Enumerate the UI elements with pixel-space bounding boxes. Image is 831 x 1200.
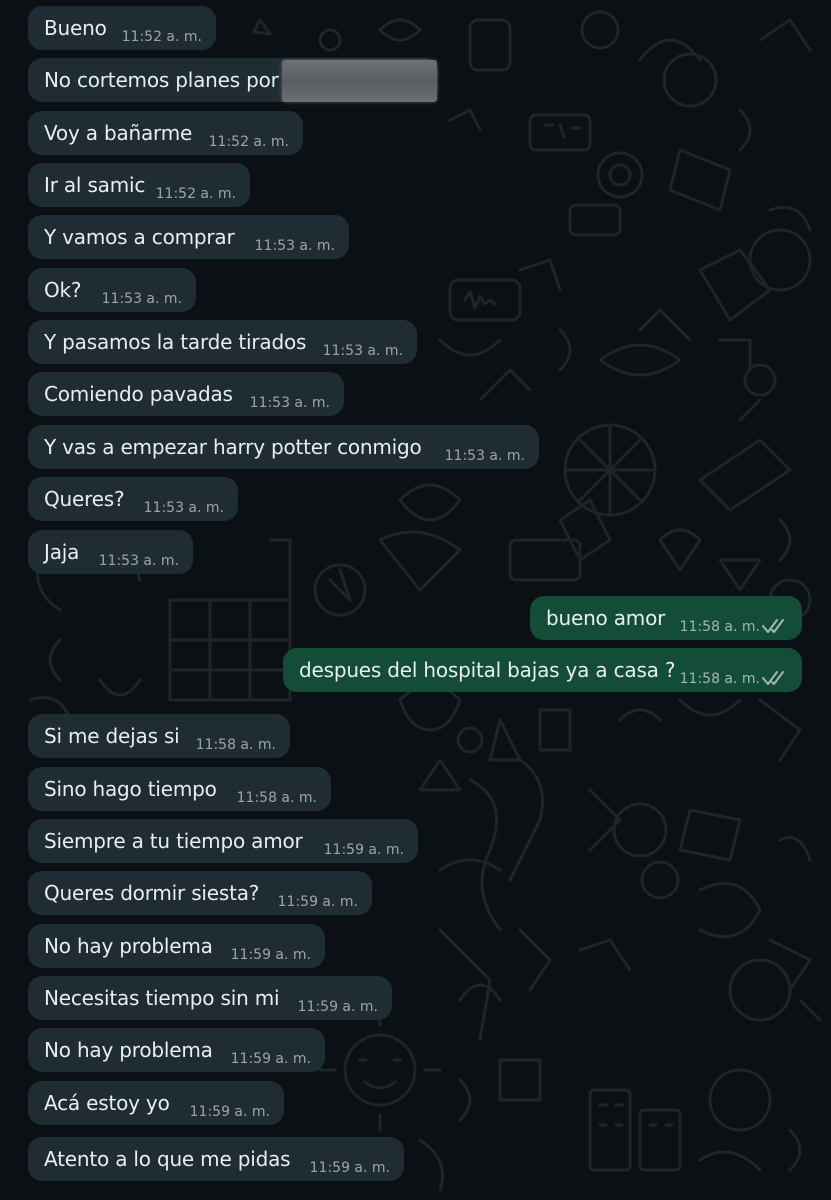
message-text: Sino hago tiempo: [44, 777, 217, 801]
message-bubble-incoming[interactable]: Y vamos a comprar 11:53 a. m.: [28, 215, 349, 259]
message-time: 11:52 a. m.: [155, 186, 236, 202]
message-text: despues del hospital bajas ya a casa ?: [299, 658, 676, 682]
message-bubble-incoming[interactable]: Ok? 11:53 a. m.: [28, 268, 196, 312]
message-text: Comiendo pavadas: [44, 382, 233, 406]
message-bubble-incoming[interactable]: No hay problema 11:59 a. m.: [28, 1028, 325, 1072]
message-list[interactable]: Bueno 11:52 a. m. No cortemos planes por…: [0, 0, 831, 1200]
message-bubble-incoming[interactable]: Voy a bañarme 11:52 a. m.: [28, 111, 303, 155]
message-time: 11:53 a. m.: [444, 448, 525, 464]
message-text: Ir al samic: [44, 173, 146, 197]
message-text: Y vamos a comprar: [44, 225, 235, 249]
message-bubble-incoming[interactable]: Siempre a tu tiempo amor 11:59 a. m.: [28, 819, 418, 863]
message-bubble-incoming[interactable]: Queres dormir siesta? 11:59 a. m.: [28, 871, 372, 915]
message-text: No cortemos planes por: [44, 68, 279, 92]
message-text: Queres dormir siesta?: [44, 881, 260, 905]
message-bubble-outgoing[interactable]: despues del hospital bajas ya a casa ? 1…: [283, 648, 802, 692]
message-time: 11:59 a. m.: [277, 894, 358, 910]
message-text: Siempre a tu tiempo amor: [44, 829, 303, 853]
message-time: 11:58 a. m.: [236, 790, 317, 806]
message-bubble-incoming[interactable]: No hay problema 11:59 a. m.: [28, 924, 325, 968]
message-time: 11:59 a. m.: [230, 1051, 311, 1067]
message-text: Y pasamos la tarde tirados: [44, 330, 307, 354]
message-text: Necesitas tiempo sin mi: [44, 986, 280, 1010]
message-text: Bueno: [44, 16, 107, 40]
message-time: 11:52 a. m.: [208, 134, 289, 150]
message-time: 11:53 a. m.: [98, 553, 179, 569]
message-text: Jaja: [44, 540, 80, 564]
message-time: 11:59 a. m.: [309, 1160, 390, 1176]
redaction-overlay: [282, 60, 437, 102]
message-bubble-incoming[interactable]: Jaja 11:53 a. m.: [28, 530, 193, 574]
message-text: Ok?: [44, 278, 82, 302]
message-text: Atento a lo que me pidas: [44, 1147, 291, 1171]
message-time: 11:58 a. m.: [679, 671, 760, 687]
message-bubble-incoming[interactable]: Atento a lo que me pidas 11:59 a. m.: [28, 1137, 404, 1181]
message-text: Acá estoy yo: [44, 1091, 170, 1115]
message-time: 11:53 a. m.: [322, 343, 403, 359]
message-time: 11:58 a. m.: [679, 619, 760, 635]
message-bubble-incoming[interactable]: Bueno 11:52 a. m.: [28, 6, 216, 50]
message-time: 11:59 a. m.: [297, 999, 378, 1015]
message-text: Voy a bañarme: [44, 121, 193, 145]
message-bubble-incoming[interactable]: Necesitas tiempo sin mi 11:59 a. m.: [28, 976, 392, 1020]
message-text: No hay problema: [44, 1038, 213, 1062]
message-time: 11:59 a. m.: [189, 1104, 270, 1120]
message-bubble-incoming[interactable]: Acá estoy yo 11:59 a. m.: [28, 1081, 284, 1125]
message-bubble-incoming[interactable]: Comiendo pavadas 11:53 a. m.: [28, 372, 344, 416]
message-time: 11:59 a. m.: [230, 947, 311, 963]
message-time: 11:53 a. m.: [249, 395, 330, 411]
message-bubble-incoming[interactable]: Sino hago tiempo 11:58 a. m.: [28, 767, 331, 811]
message-time: 11:53 a. m.: [254, 238, 335, 254]
double-check-icon: [762, 619, 784, 633]
message-bubble-incoming[interactable]: Queres? 11:53 a. m.: [28, 477, 238, 521]
chat-area[interactable]: Bueno 11:52 a. m. No cortemos planes por…: [0, 0, 831, 1200]
message-bubble-outgoing[interactable]: bueno amor 11:58 a. m.: [530, 596, 802, 640]
message-bubble-incoming[interactable]: Ir al samic 11:52 a. m.: [28, 163, 250, 207]
message-text: bueno amor: [546, 606, 666, 630]
message-bubble-incoming[interactable]: Y pasamos la tarde tirados 11:53 a. m.: [28, 320, 417, 364]
double-check-icon: [762, 671, 784, 685]
message-text: Si me dejas si: [44, 724, 180, 748]
message-bubble-incoming[interactable]: Y vas a empezar harry potter conmigo 11:…: [28, 425, 539, 469]
message-time: 11:52 a. m.: [121, 29, 202, 45]
message-text: Queres?: [44, 487, 125, 511]
message-bubble-incoming[interactable]: Si me dejas si 11:58 a. m.: [28, 714, 290, 758]
message-text: Y vas a empezar harry potter conmigo: [44, 435, 422, 459]
message-time: 11:53 a. m.: [143, 500, 224, 516]
message-time: 11:58 a. m.: [195, 737, 276, 753]
message-text: No hay problema: [44, 934, 213, 958]
message-time: 11:59 a. m.: [323, 842, 404, 858]
message-time: 11:53 a. m.: [101, 291, 182, 307]
